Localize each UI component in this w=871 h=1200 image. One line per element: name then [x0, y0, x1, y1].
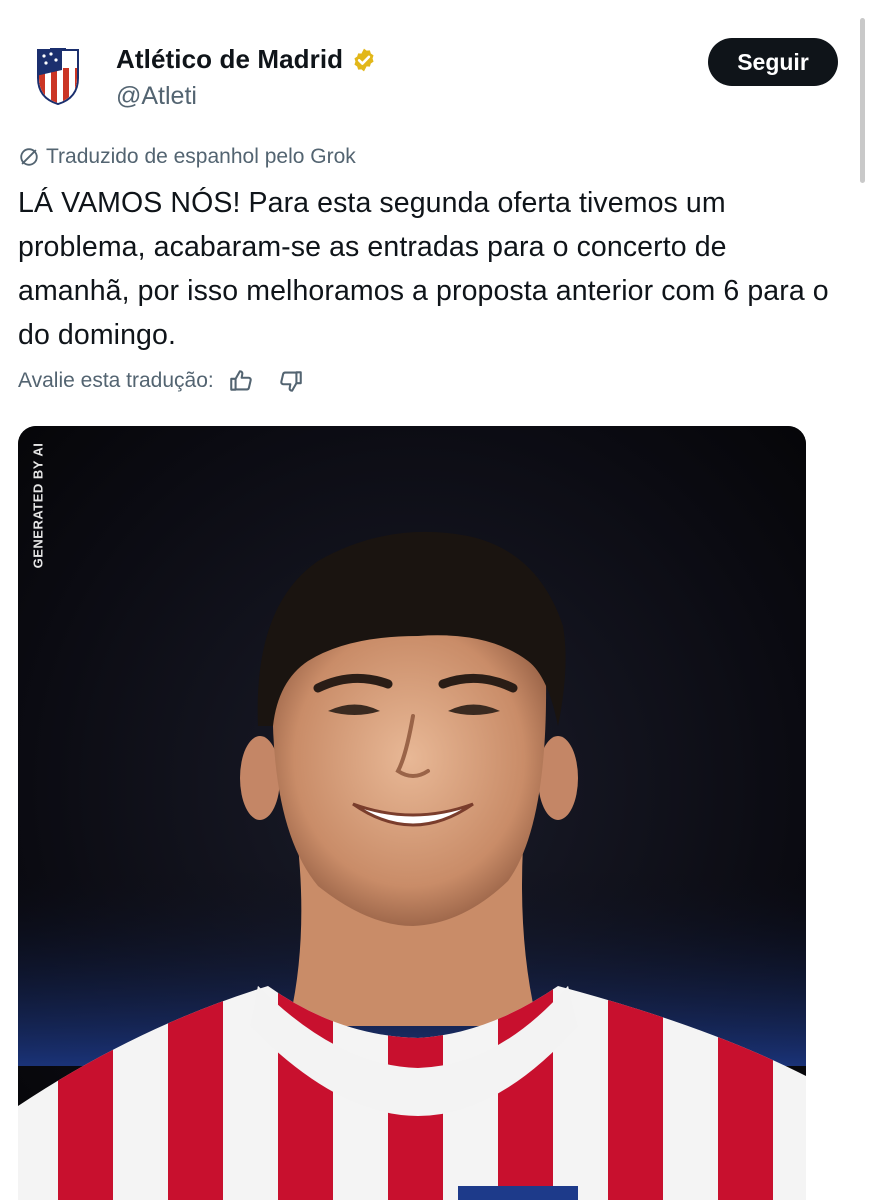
thumbs-up-icon[interactable] — [228, 368, 254, 394]
thumbs-down-icon[interactable] — [278, 368, 304, 394]
ai-watermark: GENERATED BY AI — [24, 440, 52, 570]
translation-note-text: Traduzido de espanhol pelo Grok — [46, 145, 356, 168]
rate-translation-label: Avalie esta tradução: — [18, 369, 214, 392]
page-scrollbar[interactable] — [860, 18, 865, 183]
tweet-media-image[interactable]: GENERATED BY AI — [18, 426, 806, 1200]
follow-button[interactable]: Seguir — [708, 38, 838, 86]
account-handle[interactable]: @Atleti — [116, 82, 197, 111]
grok-icon — [20, 148, 38, 166]
gold-verified-badge-icon[interactable] — [351, 47, 377, 73]
ai-watermark-text: GENERATED BY AI — [30, 442, 46, 568]
player-photo — [18, 426, 806, 1200]
tweet-text: LÁ VAMOS NÓS! Para esta segunda oferta t… — [18, 187, 829, 351]
translation-note: Traduzido de espanhol pelo Grok — [18, 145, 356, 169]
atletico-crest-icon[interactable] — [36, 48, 80, 106]
rate-translation-row: Avalie esta tradução: — [18, 368, 304, 394]
account-name-row: Atlético de Madrid — [116, 44, 377, 75]
tweet-header: Atlético de Madrid @Atleti Seguir — [18, 38, 838, 118]
account-name[interactable]: Atlético de Madrid — [116, 44, 343, 75]
